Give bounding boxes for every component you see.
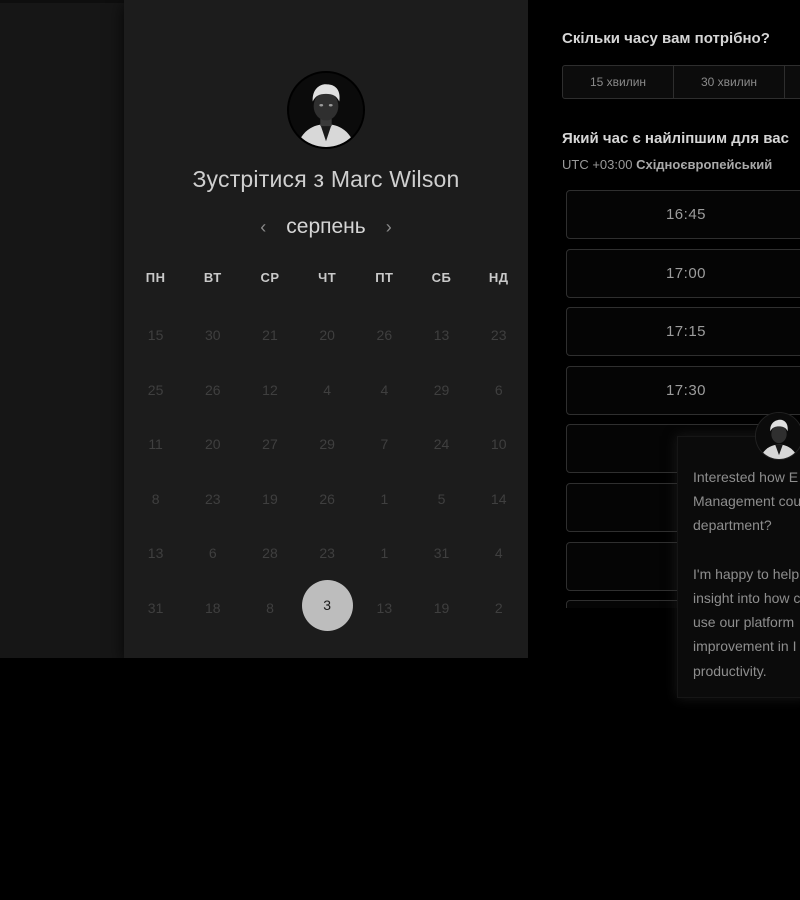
calendar-day: 8 (266, 599, 274, 616)
calendar-day: 27 (262, 436, 278, 453)
calendar-day: 10 (490, 436, 507, 453)
duration-option-more[interactable] (785, 66, 800, 98)
scheduler-card: Зустрітися з Marc Wilson ‹ серпень › ПН … (124, 0, 529, 658)
weekday-label: ВТ (203, 270, 222, 285)
timezone-label[interactable]: UTC +03:00 Східноєвропейський (562, 157, 772, 172)
weekday-label: ЧТ (318, 270, 337, 285)
calendar-day: 1 (380, 545, 389, 562)
weekday-label: ПН (145, 270, 166, 285)
calendar-day: 13 (147, 545, 164, 562)
calendar-day: 20 (319, 327, 335, 344)
calendar-day: 7 (380, 436, 389, 453)
calendar-day: 28 (262, 545, 278, 562)
calendar-day: 13 (433, 327, 450, 344)
calendar-day: 23 (204, 490, 221, 507)
weekday-label: СБ (431, 270, 452, 285)
calendar-day: 20 (204, 436, 221, 453)
calendar-day-selected[interactable]: 3 (299, 579, 356, 636)
chat-avatar[interactable] (755, 412, 800, 460)
calendar-day: 18 (204, 599, 221, 616)
calendar-days-grid: 15 30 21 20 26 13 23 25 26 12 4 4 29 6 1… (127, 308, 527, 638)
calendar-day: 2 (494, 599, 503, 616)
calendar-day: 6 (208, 545, 217, 562)
host-avatar (287, 71, 365, 149)
calendar-day: 21 (262, 327, 278, 344)
chevron-right-icon[interactable]: › (384, 217, 394, 238)
chevron-left-icon[interactable]: ‹ (258, 217, 268, 238)
calendar-day: 14 (490, 490, 507, 507)
calendar-day: 26 (204, 381, 221, 398)
time-title: Який час є найліпшим для вас (562, 130, 789, 147)
host-name: Marc Wilson (330, 166, 460, 192)
chat-avatar-image (756, 413, 800, 459)
calendar-day: 1 (380, 490, 389, 507)
weekday-label: СР (260, 270, 280, 285)
calendar-day: 6 (494, 381, 503, 398)
calendar-day: 30 (204, 327, 221, 344)
time-slot[interactable]: 17:15 (566, 307, 800, 357)
calendar-day: 19 (262, 490, 278, 507)
duration-option-15[interactable]: 15 хвилин (563, 66, 674, 98)
calendar-day: 31 (147, 599, 164, 616)
calendar-day: 4 (323, 381, 332, 398)
meeting-title-prefix: Зустрітися з (192, 166, 325, 192)
calendar-day: 8 (151, 490, 160, 507)
time-slot[interactable]: 17:00 (566, 248, 800, 298)
calendar-day: 26 (319, 490, 335, 507)
timezone-name: Східноєвропейський (636, 157, 773, 172)
duration-option-30[interactable]: 30 хвилин (674, 66, 785, 98)
calendar-day: 13 (376, 599, 393, 616)
calendar-day: 24 (433, 436, 450, 453)
calendar-day: 19 (433, 599, 450, 616)
calendar-day: 26 (376, 327, 393, 344)
calendar-day: 31 (433, 545, 450, 562)
chat-popup[interactable]: Interested how E Management cou departme… (677, 436, 800, 698)
host-avatar-image (289, 73, 363, 147)
calendar-day: 5 (437, 490, 446, 507)
timezone-offset: UTC +03:00 (562, 157, 633, 172)
calendar-day: 11 (148, 436, 163, 453)
month-navigation: ‹ серпень › (124, 212, 528, 242)
calendar-day: 15 (147, 327, 164, 344)
month-label: серпень (286, 215, 366, 238)
calendar-day: 29 (433, 381, 450, 398)
weekday-label: ПТ (375, 270, 394, 285)
calendar-day: 12 (262, 381, 278, 398)
left-sidebar-strip (0, 0, 124, 658)
chat-message: Interested how E Management cou departme… (693, 469, 800, 679)
duration-tabs: 15 хвилин 30 хвилин (562, 65, 800, 99)
calendar-day: 25 (147, 381, 164, 398)
weekday-header: ПН ВТ СР ЧТ ПТ СБ НД (127, 270, 527, 294)
time-slot[interactable]: 17:30 (566, 365, 800, 415)
selected-day-label: 3 (301, 579, 353, 631)
calendar-day: 4 (380, 381, 389, 398)
calendar-day: 4 (494, 545, 503, 562)
calendar-day: 23 (490, 327, 507, 344)
meeting-title: Зустрітися з Marc Wilson (124, 166, 528, 193)
weekday-label: НД (488, 270, 509, 285)
calendar-day: 23 (319, 545, 335, 562)
time-slot[interactable]: 16:45 (566, 190, 800, 239)
calendar-day: 29 (319, 436, 335, 453)
duration-title: Скільки часу вам потрібно? (562, 30, 770, 47)
